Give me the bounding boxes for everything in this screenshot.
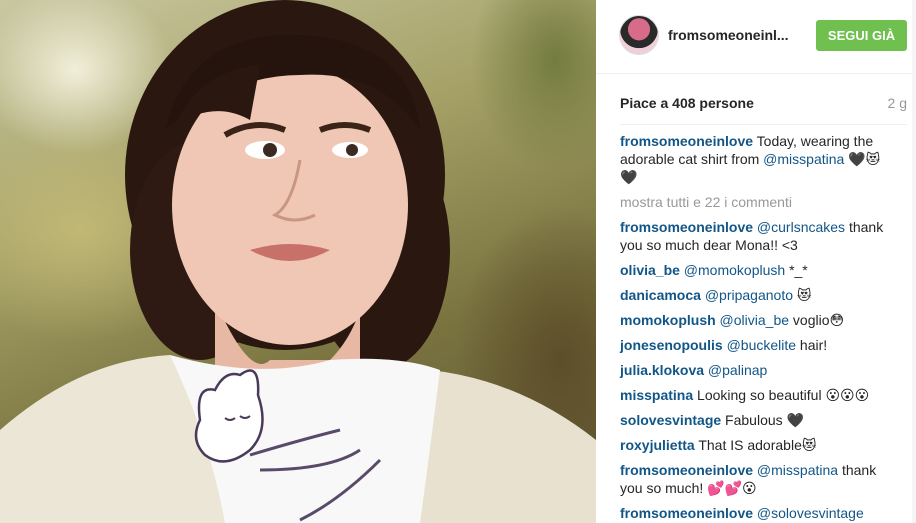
comment-user[interactable]: misspatina bbox=[620, 387, 693, 403]
comment-user[interactable]: momokoplush bbox=[620, 312, 716, 328]
comment-user[interactable]: solovesvintage bbox=[620, 412, 721, 428]
mention-link[interactable]: @buckelite bbox=[723, 337, 796, 353]
mention-link[interactable]: @misspatina bbox=[763, 151, 844, 167]
comment-user[interactable]: olivia_be bbox=[620, 262, 680, 278]
comment-text: voglio😳 bbox=[789, 312, 845, 328]
comment-user[interactable]: fromsomeoneinlove bbox=[620, 219, 753, 235]
mention-link[interactable]: @palinap bbox=[704, 362, 767, 378]
comment-text: hair! bbox=[796, 337, 828, 353]
photo-illustration bbox=[0, 0, 596, 523]
mention-link[interactable]: @curlsncakes bbox=[753, 219, 845, 235]
comment-user[interactable]: danicamoca bbox=[620, 287, 701, 303]
post-header: fromsomeoneinl... SEGUI GIÀ bbox=[596, 0, 916, 74]
comment-text: Fabulous 🖤 bbox=[721, 412, 804, 428]
avatar[interactable] bbox=[619, 15, 659, 55]
comment-text: 😻 bbox=[793, 287, 812, 303]
likes-row: Piace a 408 persone 2 g bbox=[620, 95, 907, 115]
mention-link[interactable]: @misspatina bbox=[753, 462, 838, 478]
likes-count[interactable]: Piace a 408 persone bbox=[620, 95, 754, 111]
comment: olivia_be @momokoplush *_* bbox=[620, 261, 895, 279]
comment-user[interactable]: julia.klokova bbox=[620, 362, 704, 378]
comments-list: fromsomeoneinlove Today, wearing the ado… bbox=[620, 132, 895, 523]
follow-button[interactable]: SEGUI GIÀ bbox=[816, 20, 907, 51]
mention-link[interactable]: @pripaganoto bbox=[701, 287, 793, 303]
divider bbox=[620, 124, 907, 125]
comment: danicamoca @pripaganoto 😻 bbox=[620, 286, 895, 304]
comment-user[interactable]: roxyjulietta bbox=[620, 437, 695, 453]
comment-user[interactable]: fromsomeoneinlove bbox=[620, 462, 753, 478]
comment-user[interactable]: jonesenopoulis bbox=[620, 337, 723, 353]
comment-user[interactable]: fromsomeoneinlove bbox=[620, 505, 753, 521]
comment: roxyjulietta That IS adorable😻 bbox=[620, 436, 895, 454]
post-photo[interactable] bbox=[0, 0, 596, 523]
comment: misspatina Looking so beautiful 😮😮😮 bbox=[620, 386, 895, 404]
mention-link[interactable]: @momokoplush bbox=[680, 262, 785, 278]
show-all-comments[interactable]: mostra tutti e 22 i commenti bbox=[620, 193, 895, 211]
post-age[interactable]: 2 g bbox=[888, 95, 907, 111]
comment: momokoplush @olivia_be voglio😳 bbox=[620, 311, 895, 329]
comment-user[interactable]: fromsomeoneinlove bbox=[620, 133, 753, 149]
mention-link[interactable]: @olivia_be bbox=[716, 312, 790, 328]
comments-scrollbar[interactable] bbox=[912, 0, 916, 523]
comment: fromsomeoneinlove @curlsncakes thank you… bbox=[620, 218, 895, 254]
caption: fromsomeoneinlove Today, wearing the ado… bbox=[620, 132, 895, 186]
comment-text: Looking so beautiful 😮😮😮 bbox=[693, 387, 870, 403]
comment: julia.klokova @palinap bbox=[620, 361, 895, 379]
comment-text: *_* bbox=[785, 262, 808, 278]
comment-text: That IS adorable😻 bbox=[694, 437, 817, 453]
comment: fromsomeoneinlove @solovesvintage bbox=[620, 504, 895, 522]
mention-link[interactable]: @solovesvintage bbox=[753, 505, 864, 521]
comment: solovesvintage Fabulous 🖤 bbox=[620, 411, 895, 429]
post-username[interactable]: fromsomeoneinl... bbox=[668, 27, 789, 43]
comment: fromsomeoneinlove @misspatina thank you … bbox=[620, 461, 895, 497]
comment: jonesenopoulis @buckelite hair! bbox=[620, 336, 895, 354]
post-sidebar: fromsomeoneinl... SEGUI GIÀ Piace a 408 … bbox=[596, 0, 916, 523]
